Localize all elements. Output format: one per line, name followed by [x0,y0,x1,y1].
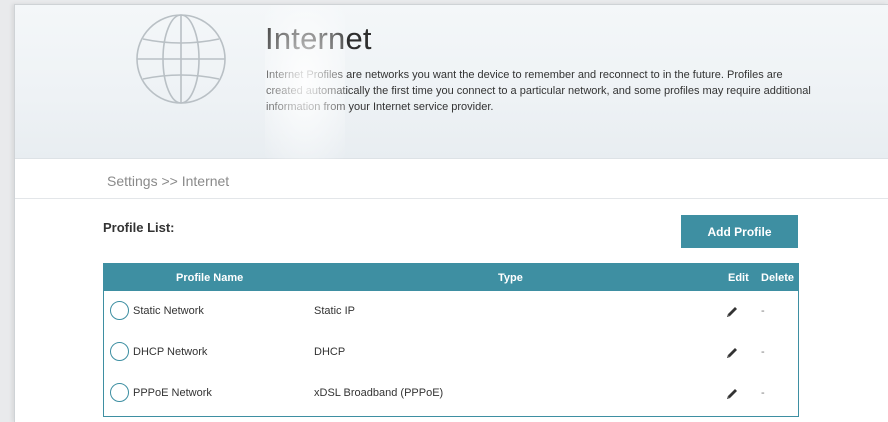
breadcrumb: Settings >> Internet [107,173,230,189]
profile-name-cell: PPPoE Network [133,387,212,399]
page-description: Internet Profiles are networks you want … [266,69,811,113]
radio-icon[interactable] [110,301,129,320]
column-header-type: Type [498,272,523,284]
add-profile-button[interactable]: Add Profile [681,215,798,248]
header-banner: Internet Internet Profiles are networks … [15,5,888,159]
profile-list-label: Profile List: [103,220,175,235]
delete-cell: - [761,387,765,399]
table-row: Static Network Static IP - [104,291,798,332]
section-divider [15,198,888,199]
profile-type-cell: DHCP [314,346,346,358]
profile-name-cell: DHCP Network [133,346,208,358]
profile-type-cell: Static IP [314,305,355,317]
globe-icon [136,14,226,104]
profile-type-cell: xDSL Broadband (PPPoE) [314,387,444,399]
profile-name-cell: Static Network [133,305,204,317]
pencil-icon[interactable] [724,304,740,320]
radio-icon[interactable] [110,383,129,402]
pencil-icon[interactable] [724,386,740,402]
pencil-icon[interactable] [724,345,740,361]
delete-cell: - [761,305,765,317]
delete-cell: - [761,346,765,358]
table-row: PPPoE Network xDSL Broadband (PPPoE) - [104,373,798,414]
page-title: Internet [265,21,372,56]
profile-table: Profile Name Type Edit Delete Static Net… [103,263,799,417]
page-frame: Internet Internet Profiles are networks … [14,4,888,422]
table-row: DHCP Network DHCP - [104,332,798,373]
column-header-edit: Edit [728,272,749,284]
column-header-delete: Delete [761,272,795,284]
radio-icon[interactable] [110,342,129,361]
table-header: Profile Name Type Edit Delete [104,264,798,291]
column-header-profile-name: Profile Name [176,272,244,284]
